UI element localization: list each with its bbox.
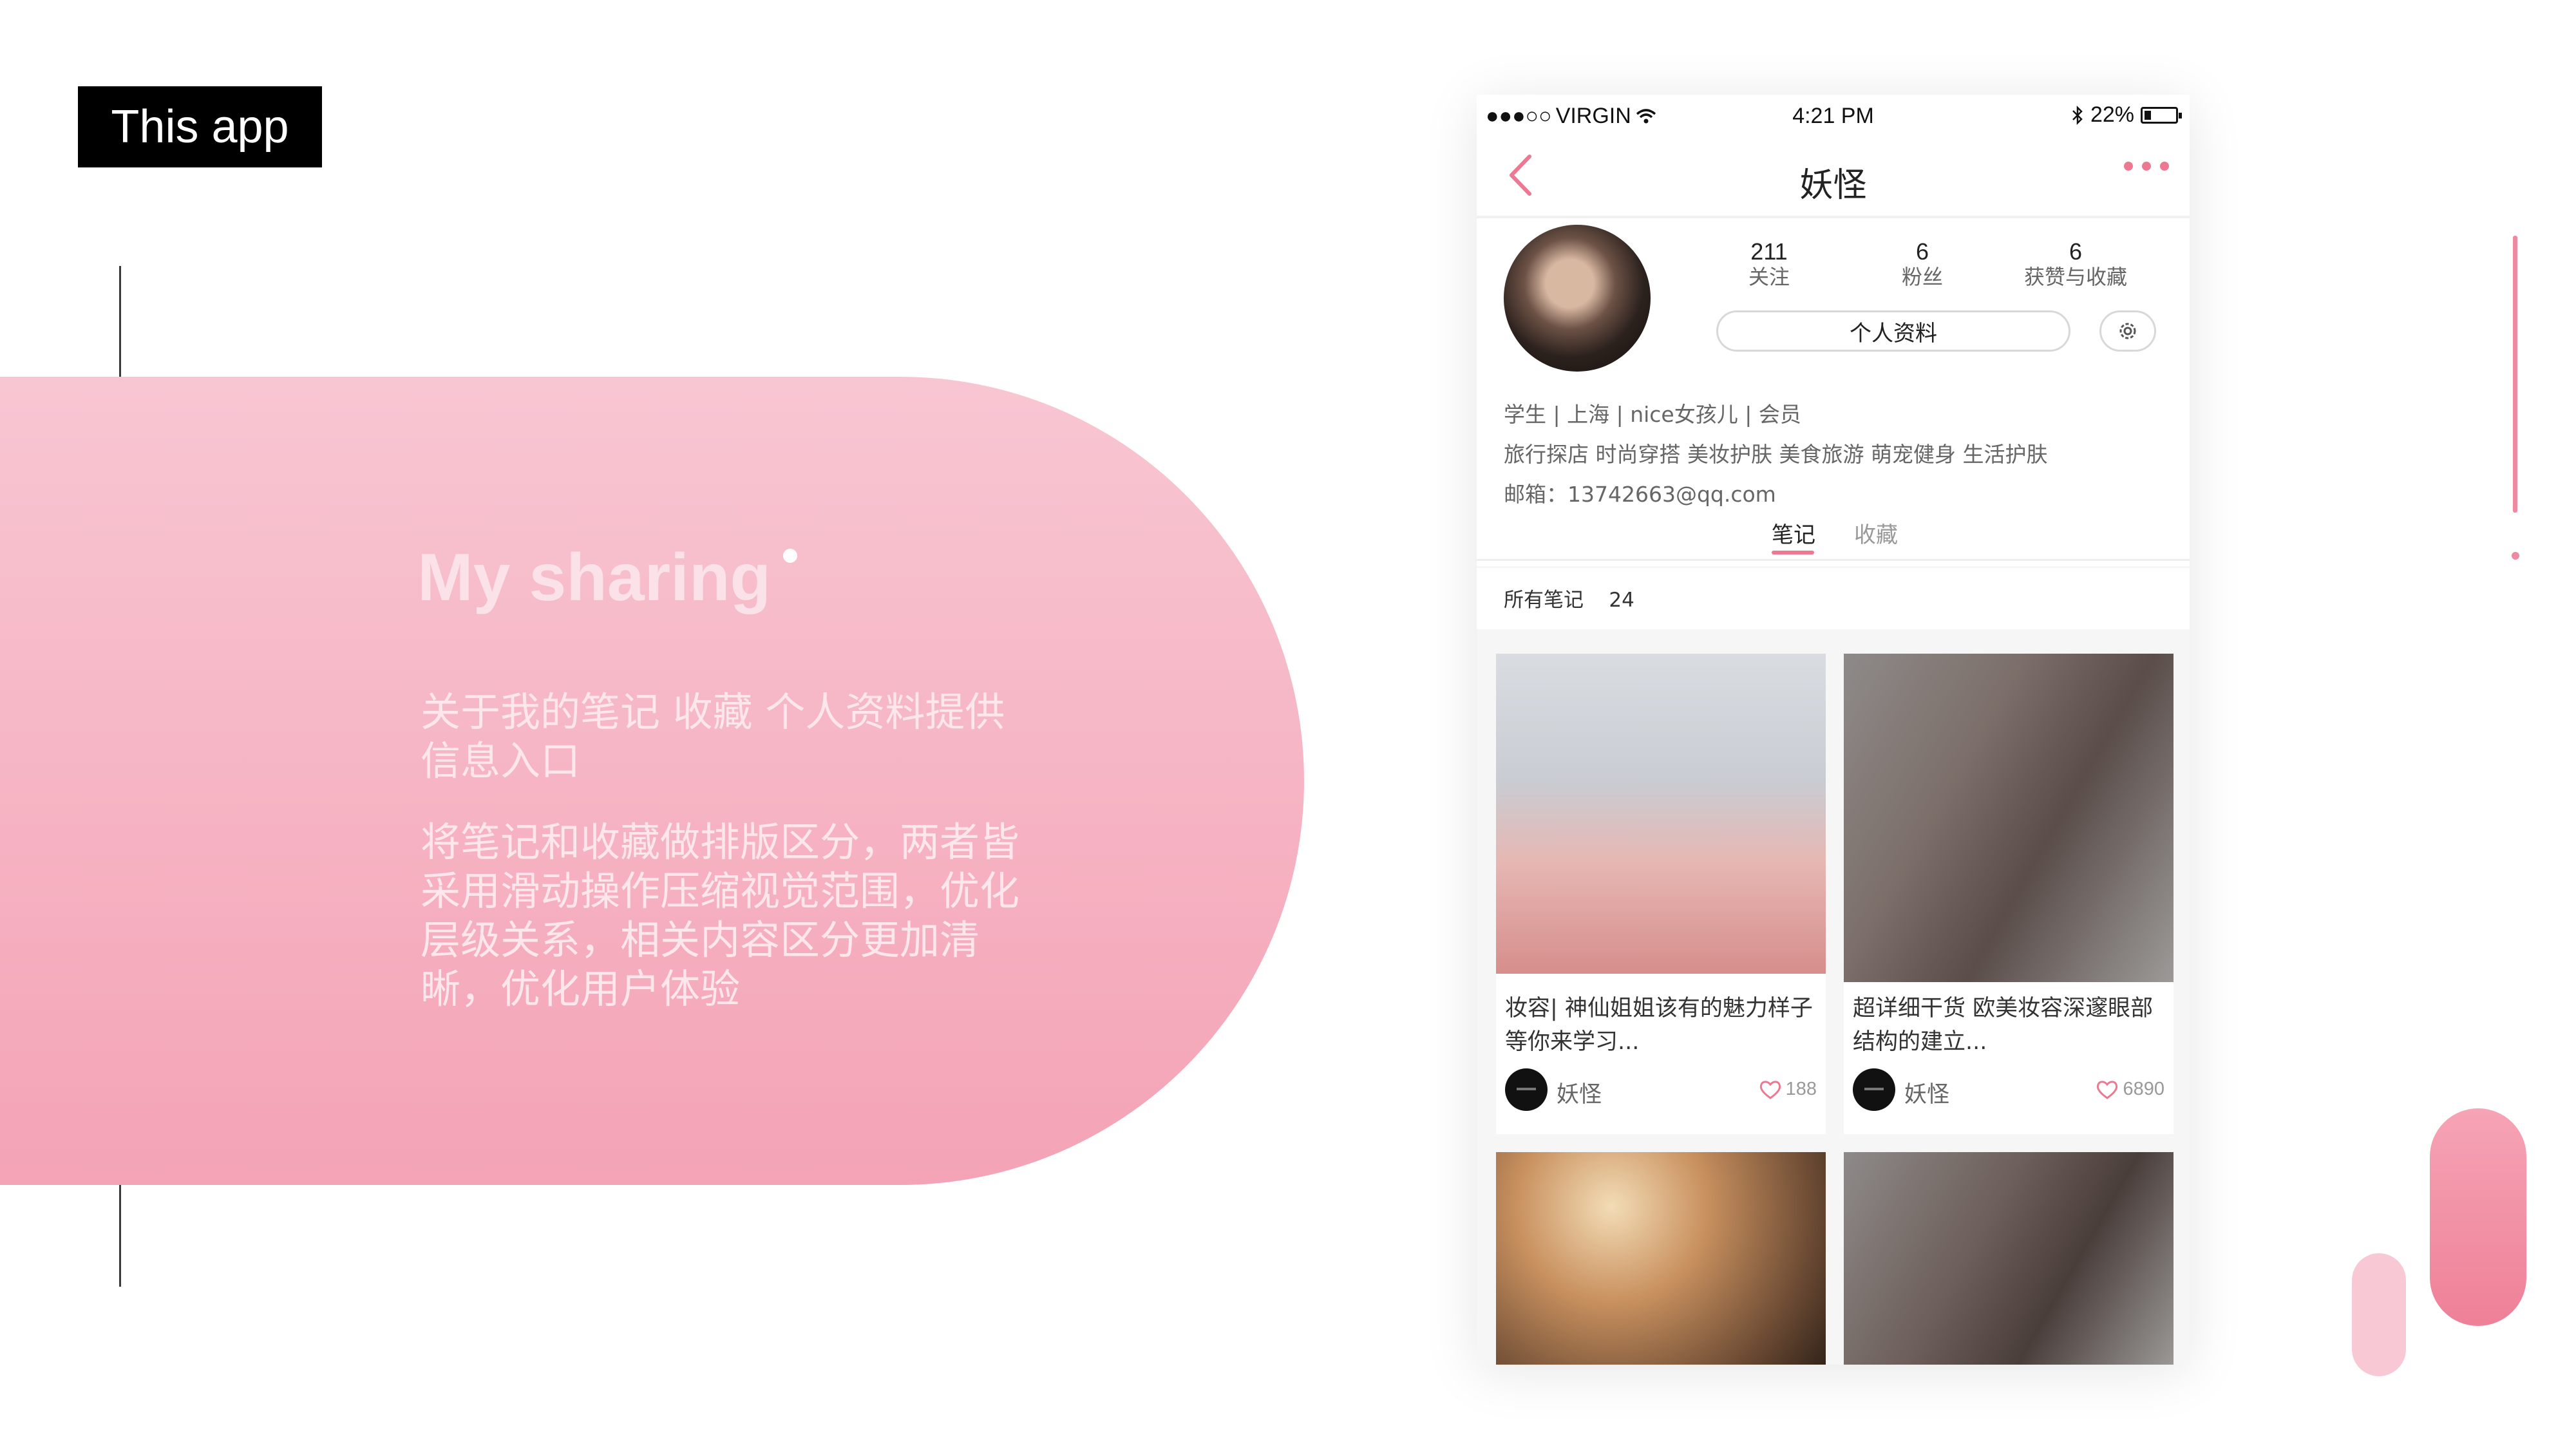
profile-tabs: 笔记 收藏 [1477, 517, 2190, 554]
decor-line [2513, 236, 2517, 513]
tab-favorites[interactable]: 收藏 [1854, 517, 1898, 549]
decor-dot [2512, 552, 2519, 560]
all-notes-label: 所有笔记 [1504, 589, 1584, 612]
like-button[interactable]: 6890 [2096, 1079, 2164, 1100]
like-count: 188 [1785, 1079, 1817, 1099]
heart-icon [2097, 1080, 2118, 1099]
stat-following[interactable]: 211 关注 [1705, 240, 1833, 290]
all-notes-count: 24 [1609, 589, 1634, 612]
all-notes-header: 所有笔记 24 [1477, 568, 2190, 629]
more-dots-icon[interactable] [2124, 162, 2169, 171]
note-card[interactable]: 超详细干货 欧美妆容深邃眼部结构的建立... 妖怪 6890 [1844, 654, 2174, 1134]
note-card[interactable] [1496, 1152, 1826, 1365]
note-card[interactable]: 妆容| 神仙姐姐该有的魅力样子等你来学习... 妖怪 188 [1496, 654, 1826, 1134]
note-image[interactable] [1496, 654, 1826, 974]
settings-button[interactable] [2099, 310, 2156, 352]
stat-fans[interactable]: 6 粉丝 [1858, 240, 1987, 290]
tab-indicator [1772, 551, 1814, 554]
stat-label: 关注 [1748, 265, 1790, 289]
tab-notes[interactable]: 笔记 [1772, 517, 1815, 549]
author-avatar [1505, 1068, 1548, 1111]
stat-number: 6 [1915, 238, 1929, 265]
decor-pill-small [2352, 1253, 2406, 1376]
author-avatar [1853, 1068, 1895, 1111]
page-title: 妖怪 [1799, 166, 1867, 205]
divider [1477, 559, 2190, 561]
gear-icon [2119, 323, 2136, 339]
avatar[interactable] [1504, 225, 1651, 372]
note-image[interactable] [1844, 1152, 2174, 1365]
battery-icon [2141, 106, 2182, 124]
note-card[interactable] [1844, 1152, 2174, 1365]
profile-email: 邮箱：13742663@qq.com [1504, 482, 1776, 507]
note-title: 超详细干货 欧美妆容深邃眼部结构的建立... [1853, 996, 2154, 1055]
note-footer: 妖怪 188 [1505, 1068, 1817, 1113]
edit-profile-button[interactable]: 个人资料 [1716, 310, 2070, 352]
section-heading: My sharing [417, 540, 771, 615]
author-name: 妖怪 [1904, 1082, 1950, 1108]
like-button[interactable]: 188 [1759, 1079, 1817, 1100]
stat-number: 6 [2069, 238, 2083, 265]
profile-panel: 211 关注 6 粉丝 6 获赞与收藏 个人资料 学生 | 上海 | nice女… [1477, 218, 2190, 566]
heading-dot [783, 549, 797, 563]
phone-screen: ●●●○○ VIRGIN 4:21 PM 22% 妖怪 211 关注 6 粉丝 … [1477, 95, 2190, 1365]
note-image[interactable] [1496, 1152, 1826, 1365]
battery-percent: 22% [2090, 102, 2134, 127]
status-bar: ●●●○○ VIRGIN 4:21 PM 22% [1477, 95, 2190, 136]
heart-icon [1759, 1080, 1781, 1099]
profile-tags: 学生 | 上海 | nice女孩儿 | 会员 [1504, 402, 1801, 427]
nav-bar: 妖怪 [1477, 136, 2190, 218]
author-name: 妖怪 [1557, 1082, 1602, 1108]
stat-label: 粉丝 [1901, 265, 1943, 289]
like-count: 6890 [2123, 1079, 2164, 1099]
note-title: 妆容| 神仙姐姐该有的魅力样子等你来学习... [1505, 996, 1813, 1055]
note-image[interactable] [1844, 654, 2174, 982]
section-description-2: 将笔记和收藏做排版区分，两者皆采用滑动操作压缩视觉范围，优化层级关系，相关内容区… [421, 819, 1020, 1012]
section-description-1: 关于我的笔记 收藏 个人资料提供信息入口 [421, 688, 1005, 784]
stat-number: 211 [1750, 238, 1788, 265]
stat-likes-collections[interactable]: 6 获赞与收藏 [2011, 240, 2140, 290]
stat-label: 获赞与收藏 [2023, 265, 2127, 289]
note-footer: 妖怪 6890 [1853, 1068, 2164, 1113]
app-badge: This app [78, 86, 322, 167]
decor-pill-large [2430, 1108, 2526, 1326]
bluetooth-icon [2072, 105, 2083, 125]
profile-interests: 旅行探店 时尚穿搭 美妆护肤 美食旅游 萌宠健身 生活护肤 [1504, 442, 2048, 467]
